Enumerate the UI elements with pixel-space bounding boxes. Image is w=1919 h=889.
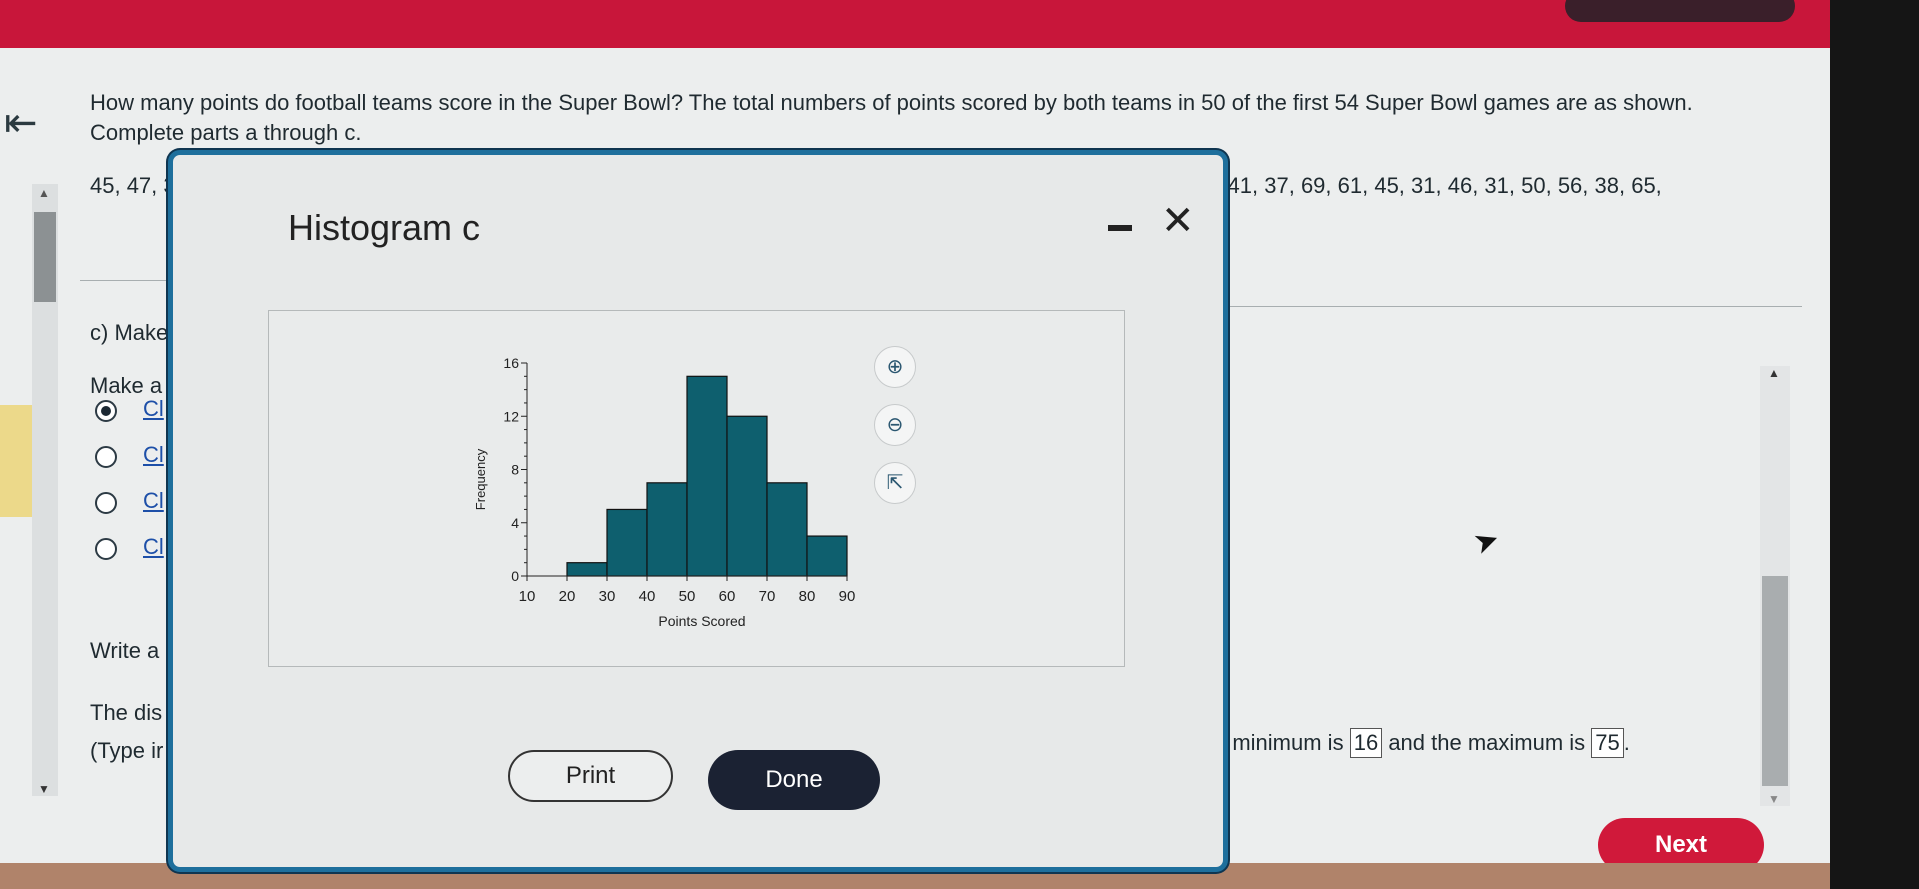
option-c-link[interactable]: Cl <box>143 488 164 514</box>
answer-line-2: (Type ir <box>90 738 164 763</box>
option-b[interactable]: Cl <box>95 442 175 472</box>
min-max-sentence: e minimum is 16 and the maximum is 75. <box>1214 728 1630 758</box>
scroll-down-icon[interactable]: ▼ <box>38 782 50 796</box>
chart-frame: 0 4 8 12 16 10 20 30 40 50 60 70 80 90 Points Scored Fr… <box>268 310 1125 667</box>
option-c[interactable]: Cl <box>95 488 175 518</box>
x-tick-label: 30 <box>599 588 616 605</box>
radio-selected-icon[interactable] <box>95 400 117 422</box>
minmax-pre: e minimum is <box>1214 730 1344 755</box>
radio-icon[interactable] <box>95 446 117 468</box>
option-a[interactable]: Cl <box>95 396 175 426</box>
right-scroll-thumb[interactable] <box>1762 576 1788 786</box>
right-scrollbar[interactable]: ▲ ▼ <box>1760 366 1790 806</box>
y-tick-label: 16 <box>503 355 519 371</box>
zoom-in-icon[interactable]: ⊕ <box>874 346 916 388</box>
y-tick-label: 4 <box>511 515 519 531</box>
dialog-title: Histogram c <box>288 207 481 248</box>
top-banner-pill <box>1565 0 1795 22</box>
left-scroll-thumb[interactable] <box>34 212 56 302</box>
histogram-bar <box>726 415 768 577</box>
question-text: How many points do football teams score … <box>90 90 1693 145</box>
mouse-cursor-icon: ➤ <box>1469 521 1505 562</box>
part-c-heading: c) Make <box>90 320 169 345</box>
highlight-tab <box>0 405 32 517</box>
write-prompt: Write a <box>90 638 160 663</box>
option-a-link[interactable]: Cl <box>143 396 164 422</box>
histogram-bar <box>606 508 648 577</box>
left-scrollbar[interactable]: ▲ ▼ <box>32 184 58 796</box>
histogram-dialog: Histogram c ✕ 0 4 8 12 16 10 20 30 40 50 60 70 80 90 P… <box>168 150 1228 872</box>
x-tick-label: 20 <box>559 588 576 605</box>
option-d-link[interactable]: Cl <box>143 534 164 560</box>
x-tick-label: 50 <box>679 588 696 605</box>
close-icon[interactable]: ✕ <box>1161 201 1195 241</box>
histogram-bar <box>646 482 688 577</box>
maximum-value: 75 <box>1591 728 1624 758</box>
histogram-chart: 0 4 8 12 16 10 20 30 40 50 60 70 80 90 Points Scored Fr… <box>473 355 856 629</box>
x-tick-label: 70 <box>759 588 776 605</box>
done-button[interactable]: Done <box>708 750 880 810</box>
divider <box>80 280 170 281</box>
zoom-out-icon[interactable]: ⊖ <box>874 404 916 446</box>
external-link-icon[interactable]: ⇱ <box>874 462 916 504</box>
minimize-icon[interactable] <box>1108 225 1132 231</box>
top-banner <box>0 0 1830 48</box>
x-tick-label: 90 <box>839 588 856 605</box>
minmax-mid: and the maximum is <box>1388 730 1586 755</box>
x-tick-label: 60 <box>719 588 736 605</box>
scroll-down-icon[interactable]: ▼ <box>1768 792 1780 806</box>
minmax-post: . <box>1623 730 1630 755</box>
minimum-value: 16 <box>1349 728 1383 758</box>
scroll-up-icon[interactable]: ▲ <box>1768 366 1780 380</box>
screen-bezel <box>1830 0 1919 889</box>
radio-icon[interactable] <box>95 538 117 560</box>
x-tick-label: 40 <box>639 588 656 605</box>
back-arrow-icon[interactable]: ⇤ <box>4 103 38 143</box>
histogram-bar <box>806 535 848 577</box>
histogram-bar <box>766 482 808 577</box>
answer-line-1: The dis <box>90 700 163 725</box>
radio-icon[interactable] <box>95 492 117 514</box>
scroll-up-icon[interactable]: ▲ <box>38 186 50 200</box>
y-tick-label: 8 <box>511 462 519 478</box>
print-button[interactable]: Print <box>508 750 673 802</box>
x-tick-label: 10 <box>519 588 536 605</box>
y-axis-label: Frequency <box>473 448 488 510</box>
histogram-bar <box>686 375 728 577</box>
option-b-link[interactable]: Cl <box>143 442 164 468</box>
x-axis-label: Points Scored <box>658 613 745 629</box>
divider <box>1222 306 1802 307</box>
histogram-bar <box>566 562 608 577</box>
y-tick-label: 0 <box>511 568 519 584</box>
y-tick-label: 12 <box>503 408 519 424</box>
x-tick-label: 80 <box>799 588 816 605</box>
option-d[interactable]: Cl <box>95 534 175 564</box>
